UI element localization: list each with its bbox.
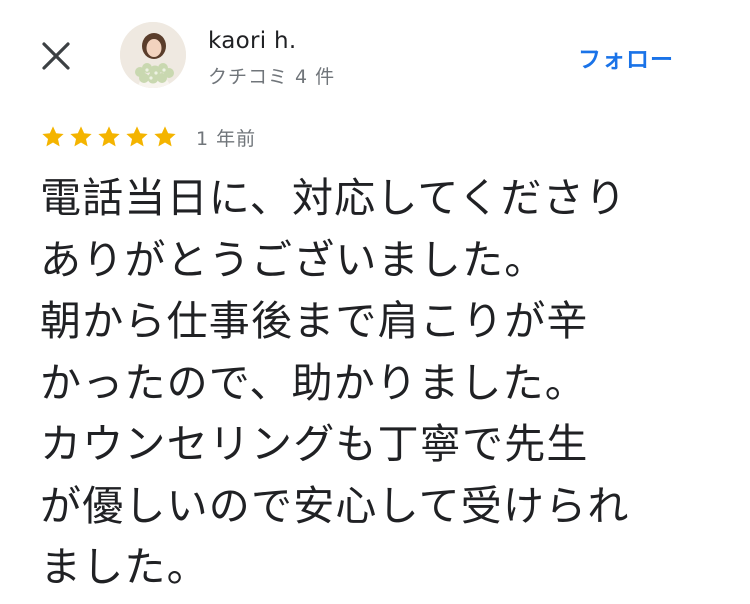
star-icon (98, 126, 120, 147)
star-icon (126, 126, 148, 147)
author-review-count: クチコミ 4 件 (208, 66, 336, 88)
star-icon (154, 126, 176, 147)
rating-row: 1 年前 (40, 122, 256, 152)
review-detail-page: kaori h. クチコミ 4 件 フォロー 1 年前 電話当日に、対応してくだ… (0, 0, 750, 604)
avatar-photo-icon (120, 22, 186, 88)
star-rating (40, 124, 178, 150)
follow-button[interactable]: フォロー (578, 40, 674, 74)
close-icon (42, 42, 70, 70)
review-date: 1 年前 (196, 127, 257, 150)
avatar[interactable] (120, 22, 186, 88)
close-button[interactable] (38, 38, 74, 74)
review-text: 電話当日に、対応してくださり ありがとうございました。 朝から仕事後まで肩こりが… (40, 174, 630, 591)
star-icon (42, 126, 64, 147)
star-icon (70, 126, 92, 147)
author-name[interactable]: kaori h. (208, 28, 297, 54)
